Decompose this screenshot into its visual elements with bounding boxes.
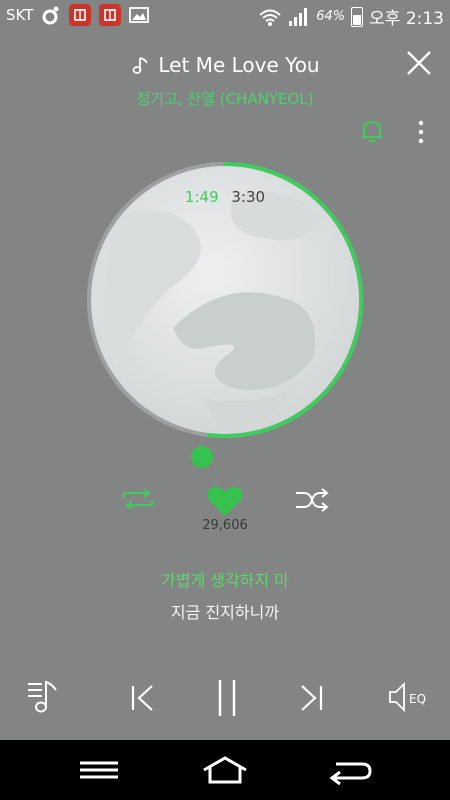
time-display: 1:49 · 3:30 bbox=[0, 188, 450, 206]
menu-icon bbox=[80, 761, 118, 779]
nate-icon bbox=[41, 5, 61, 25]
seek-knob[interactable] bbox=[191, 446, 213, 468]
back-button[interactable] bbox=[328, 754, 374, 786]
shuffle-icon bbox=[296, 488, 329, 512]
like-button[interactable] bbox=[206, 484, 244, 518]
close-button[interactable] bbox=[404, 48, 434, 78]
more-options-button[interactable] bbox=[414, 118, 428, 146]
artist-name[interactable]: 정기고, 찬열 (CHANYEOL) bbox=[0, 88, 450, 109]
wifi-icon bbox=[258, 7, 282, 27]
navigation-bar bbox=[0, 740, 450, 800]
status-bar: SKT 64% 오후 2:13 bbox=[0, 0, 450, 30]
lyric-current[interactable]: 가볍게 생각하지 마 bbox=[0, 567, 450, 591]
clock: 오후 2:13 bbox=[369, 9, 444, 29]
menu-button[interactable] bbox=[78, 754, 120, 786]
current-time: 1:49 bbox=[184, 188, 219, 206]
equalizer-button[interactable]: EQ bbox=[386, 680, 428, 714]
more-vertical-icon bbox=[418, 120, 424, 144]
music-note-icon bbox=[130, 54, 152, 76]
battery-charging-icon bbox=[351, 6, 364, 27]
repeat-icon bbox=[123, 488, 153, 510]
repeat-button[interactable] bbox=[120, 484, 156, 514]
app-icon bbox=[99, 4, 122, 26]
battery-percent: 64% bbox=[316, 9, 346, 24]
svg-text:EQ: EQ bbox=[409, 692, 426, 706]
previous-icon bbox=[131, 685, 153, 711]
home-button[interactable] bbox=[200, 754, 250, 786]
speaker-eq-icon: EQ bbox=[389, 681, 426, 713]
song-title-row: Let Me Love You bbox=[0, 50, 450, 80]
shuffle-button[interactable] bbox=[294, 486, 330, 514]
time-separator: · bbox=[222, 188, 228, 206]
home-icon bbox=[203, 756, 247, 784]
pause-button[interactable] bbox=[214, 678, 240, 718]
like-count: 29,606 bbox=[202, 518, 248, 533]
carrier-label: SKT bbox=[6, 6, 34, 24]
song-title: Let Me Love You bbox=[158, 53, 320, 77]
next-button[interactable] bbox=[296, 682, 326, 714]
lyric-next[interactable]: 지금 진지하니까 bbox=[0, 599, 450, 623]
bell-icon bbox=[362, 120, 382, 143]
gallery-icon bbox=[129, 5, 150, 25]
previous-button[interactable] bbox=[128, 682, 158, 714]
playlist-icon bbox=[28, 680, 57, 713]
next-icon bbox=[301, 685, 323, 711]
close-icon bbox=[407, 51, 431, 75]
total-time: 3:30 bbox=[231, 188, 266, 206]
signal-icon bbox=[288, 7, 310, 27]
app-icon bbox=[69, 4, 92, 26]
pause-icon bbox=[218, 680, 236, 716]
heart-icon bbox=[207, 486, 243, 516]
back-icon bbox=[329, 762, 372, 786]
alarm-button[interactable] bbox=[360, 118, 384, 144]
playlist-button[interactable] bbox=[26, 676, 66, 716]
